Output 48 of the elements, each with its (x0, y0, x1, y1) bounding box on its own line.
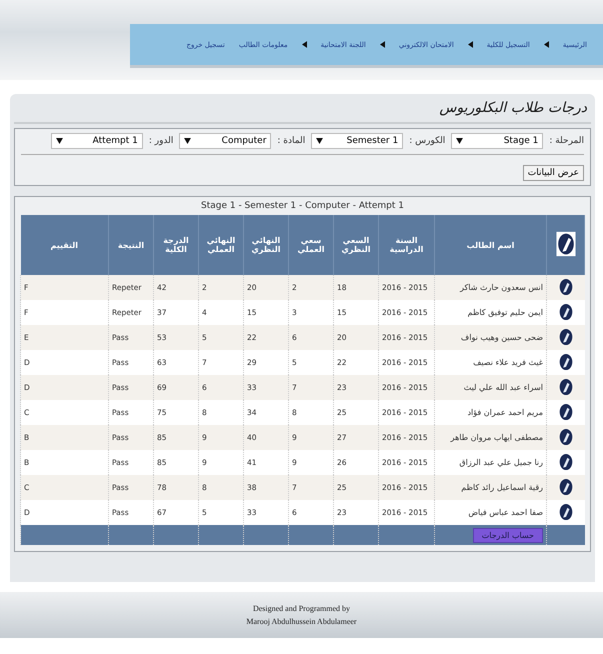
footer-text: Marooj Abdulhussein Abdulameer (246, 616, 357, 628)
column-header: النهائي العملي (198, 215, 244, 275)
edit-icon[interactable] (558, 302, 573, 320)
table-cell: غيث فريد علاء نصيف (434, 350, 546, 375)
dropdown[interactable]: Attempt 1 (50, 133, 143, 149)
dropdown-caret-icon (456, 138, 464, 144)
table-cell: ايمن حليم توفيق كاظم (434, 300, 546, 325)
edit-icon[interactable] (558, 378, 573, 396)
table-caption: Stage 1 - Semester 1 - Computer - Attempt 1 (200, 200, 406, 213)
column-header: سعي العملي (288, 215, 334, 275)
edit-icon[interactable] (558, 452, 573, 470)
dropdown[interactable]: Semester 1 (311, 133, 404, 149)
dropdown-caret-icon (316, 138, 324, 144)
table-cell: اسراء عبد الله علي ليث (434, 375, 546, 400)
column-header: النتيجة (108, 215, 154, 275)
pencil-icon (554, 231, 576, 257)
dropdown[interactable]: Stage 1 (451, 133, 544, 149)
dropdown-caret-icon (56, 138, 63, 144)
filter-label: الدور : (148, 136, 174, 146)
footer-text: Designed and Programmed by (252, 603, 350, 615)
edit-icon[interactable] (558, 502, 573, 520)
calculate-button[interactable]: حساب الدرجات (472, 528, 543, 542)
column-header: الدرجة الكلية (154, 215, 198, 275)
edit-icon[interactable] (558, 278, 573, 296)
filter-label: المرحلة : (549, 136, 584, 146)
edit-icon[interactable] (558, 328, 573, 346)
dropdown-caret-icon (184, 138, 192, 144)
table-cell: مصطفى ايهاب مروان طاهر (434, 425, 546, 450)
edit-icon[interactable] (558, 428, 573, 446)
column-header: التقييم (20, 215, 108, 275)
edit-icon[interactable] (558, 352, 573, 370)
edit-icon[interactable] (558, 478, 573, 496)
filter-label: الكورس : (409, 136, 446, 146)
table-cell: صفا احمد عباس فياض (434, 500, 546, 525)
table-cell: ضحى حسين وهيب نواف (434, 325, 546, 350)
table-cell: رقية اسماعيل رائد كاظم (434, 475, 546, 500)
edit-icon[interactable] (558, 402, 573, 420)
dropdown[interactable]: Computer (179, 133, 272, 149)
page-title: درجات طلاب البكلوريوس (14, 96, 591, 124)
table-cell: رنا جميل علي عبد الرزاق (434, 450, 546, 475)
table-cell: مريم احمد عمران فؤاد (434, 400, 546, 425)
column-header: السعي النظري (334, 215, 378, 275)
column-header: اسم الطالب (434, 215, 546, 275)
column-header: النهائي النظري (244, 215, 288, 275)
table-cell: انس سعدون حارث شاكر (434, 275, 546, 300)
column-header: السنة الدراسية (378, 215, 434, 275)
show-data-button[interactable]: عرض البيانات (522, 165, 584, 181)
filter-label: المادة : (277, 136, 306, 146)
